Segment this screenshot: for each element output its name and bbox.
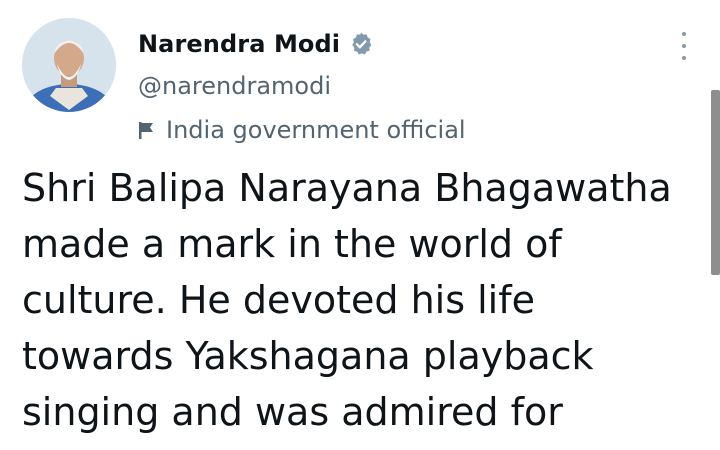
author-name-row: Narendra Modi (138, 26, 374, 62)
author-avatar[interactable] (22, 18, 116, 112)
more-options-button[interactable] (672, 32, 696, 60)
tweet-text-line: towards Yakshagana playback (22, 334, 594, 378)
tweet-text-line: singing and was admired for (22, 390, 563, 434)
scrollbar-thumb[interactable] (711, 90, 720, 275)
tweet-text-line: culture. He devoted his life (22, 278, 535, 322)
author-display-name[interactable]: Narendra Modi (138, 30, 340, 58)
tweet-text-line: Shri Balipa Narayana Bhagawatha (22, 166, 672, 210)
author-handle[interactable]: @narendramodi (138, 72, 331, 100)
government-official-label: India government official (166, 116, 466, 144)
tweet-text-line: made a mark in the world of (22, 222, 562, 266)
government-label-row: India government official (138, 114, 466, 146)
tweet-text: Shri Balipa Narayana Bhagawatha made a m… (22, 160, 712, 440)
verified-badge-icon (352, 32, 372, 55)
avatar-image (22, 18, 116, 112)
tweet-card: Narendra Modi @narendramodi India govern… (0, 0, 720, 450)
flag-icon (139, 122, 153, 139)
more-vertical-icon (682, 32, 686, 36)
